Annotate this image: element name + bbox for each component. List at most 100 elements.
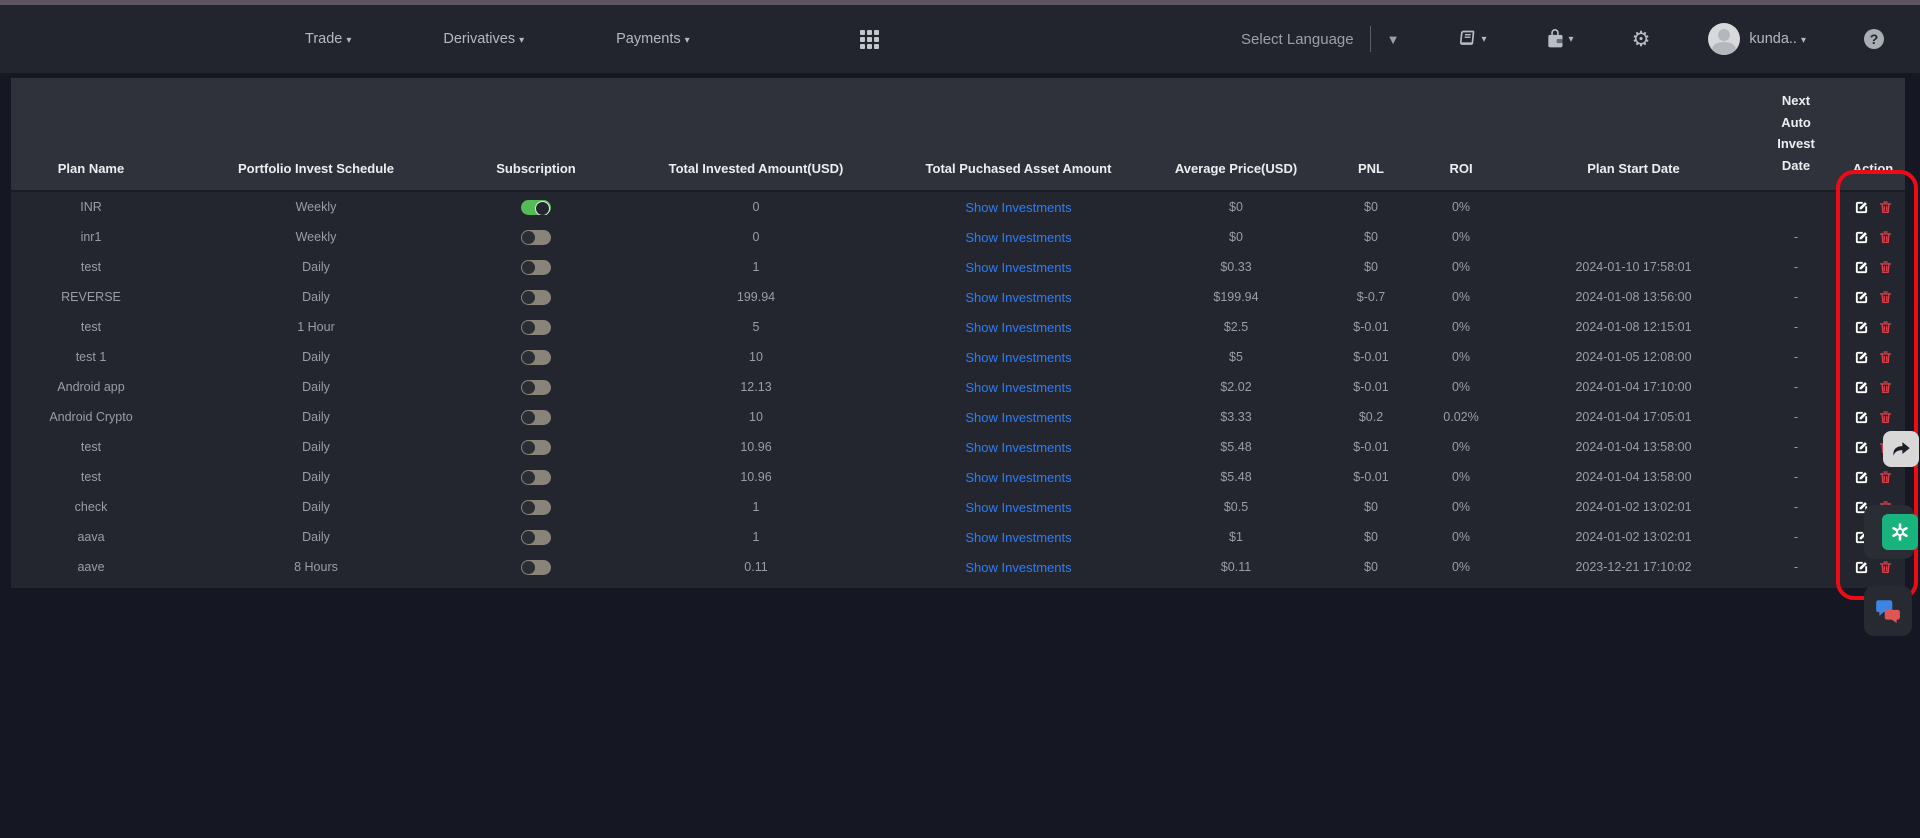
invest-schedule-cell: Daily	[171, 440, 461, 454]
user-name-label: kunda..	[1749, 31, 1797, 47]
col-header-portfolio-invest-schedule: Portfolio Invest Schedule	[171, 161, 461, 190]
show-investments-link[interactable]: Show Investments	[901, 500, 1136, 515]
subscription-cell	[461, 349, 611, 364]
action-cell	[1841, 289, 1905, 305]
help-icon[interactable]: ?	[1864, 29, 1884, 49]
wallet-icon[interactable]: ▾	[1545, 28, 1574, 50]
nav-menu-trade-label: Trade	[305, 31, 342, 47]
show-investments-link[interactable]: Show Investments	[901, 530, 1136, 545]
subscription-toggle[interactable]	[521, 500, 551, 515]
plan-name-cell: test	[11, 260, 171, 274]
table-row: test Daily 10.96 Show Investments $5.48 …	[11, 432, 1905, 462]
subscription-toggle[interactable]	[521, 290, 551, 305]
plan-start-date-cell: 2024-01-08 13:56:00	[1516, 290, 1751, 304]
user-name[interactable]: kunda.. ▾	[1749, 31, 1806, 47]
nav-menu-derivatives[interactable]: Derivatives▾	[443, 31, 524, 47]
show-investments-link[interactable]: Show Investments	[901, 380, 1136, 395]
subscription-toggle[interactable]	[521, 530, 551, 545]
subscription-toggle[interactable]	[521, 560, 551, 575]
total-invested-cell: 10	[611, 350, 901, 364]
investment-plans-panel: Plan Name Portfolio Invest Schedule Subs…	[11, 78, 1905, 588]
edit-icon[interactable]	[1854, 440, 1869, 455]
plan-start-date-cell: 2024-01-04 17:10:00	[1516, 380, 1751, 394]
show-investments-link[interactable]: Show Investments	[901, 230, 1136, 245]
subscription-toggle[interactable]	[521, 380, 551, 395]
roi-cell: 0%	[1406, 200, 1516, 214]
action-cell	[1841, 409, 1905, 425]
show-investments-link[interactable]: Show Investments	[901, 320, 1136, 335]
chevron-down-icon: ▾	[1801, 35, 1806, 46]
total-invested-cell: 1	[611, 530, 901, 544]
subscription-toggle[interactable]	[521, 200, 551, 215]
edit-icon[interactable]	[1854, 200, 1869, 215]
next-auto-invest-date-cell: -	[1751, 320, 1841, 334]
col-header-average-price: Average Price(USD)	[1136, 161, 1336, 190]
edit-icon[interactable]	[1854, 320, 1869, 335]
table-row: Android app Daily 12.13 Show Investments…	[11, 372, 1905, 402]
show-investments-link[interactable]: Show Investments	[901, 200, 1136, 215]
total-invested-cell: 10.96	[611, 440, 901, 454]
share-forward-button[interactable]	[1883, 431, 1919, 467]
edit-icon[interactable]	[1854, 260, 1869, 275]
total-invested-cell: 10.96	[611, 470, 901, 484]
subscription-toggle[interactable]	[521, 320, 551, 335]
action-cell	[1841, 349, 1905, 365]
table-row: aave 8 Hours 0.11 Show Investments $0.11…	[11, 552, 1905, 582]
plan-start-date-cell: 2024-01-02 13:02:01	[1516, 530, 1751, 544]
show-investments-link[interactable]: Show Investments	[901, 260, 1136, 275]
delete-trash-icon[interactable]	[1878, 319, 1893, 335]
orders-book-icon[interactable]: ▾	[1458, 29, 1487, 49]
roi-cell: 0.02%	[1406, 410, 1516, 424]
col-header-subscription: Subscription	[461, 161, 611, 190]
table-row: test 1 Hour 5 Show Investments $2.5 $-0.…	[11, 312, 1905, 342]
subscription-toggle[interactable]	[521, 260, 551, 275]
edit-icon[interactable]	[1854, 410, 1869, 425]
show-investments-link[interactable]: Show Investments	[901, 560, 1136, 575]
subscription-cell	[461, 409, 611, 424]
language-dropdown-icon[interactable]: ▼	[1387, 32, 1400, 47]
delete-trash-icon[interactable]	[1878, 259, 1893, 275]
average-price-cell: $0	[1136, 200, 1336, 214]
subscription-toggle[interactable]	[521, 350, 551, 365]
edit-icon[interactable]	[1854, 380, 1869, 395]
nav-menu-trade[interactable]: Trade▾	[305, 31, 351, 47]
edit-icon[interactable]	[1854, 350, 1869, 365]
subscription-toggle[interactable]	[521, 410, 551, 425]
chatgpt-icon[interactable]	[1882, 514, 1918, 550]
delete-trash-icon[interactable]	[1878, 199, 1893, 215]
delete-trash-icon[interactable]	[1878, 409, 1893, 425]
show-investments-link[interactable]: Show Investments	[901, 350, 1136, 365]
apps-grid-icon[interactable]	[860, 30, 879, 49]
subscription-cell	[461, 469, 611, 484]
delete-trash-icon[interactable]	[1878, 349, 1893, 365]
edit-icon[interactable]	[1854, 230, 1869, 245]
pnl-cell: $0	[1336, 560, 1406, 574]
delete-trash-icon[interactable]	[1878, 289, 1893, 305]
table-row: Android Crypto Daily 10 Show Investments…	[11, 402, 1905, 432]
subscription-toggle[interactable]	[521, 230, 551, 245]
nav-menu-payments[interactable]: Payments▾	[616, 31, 690, 47]
delete-trash-icon[interactable]	[1878, 379, 1893, 395]
show-investments-link[interactable]: Show Investments	[901, 470, 1136, 485]
subscription-cell	[461, 559, 611, 574]
show-investments-link[interactable]: Show Investments	[901, 410, 1136, 425]
edit-icon[interactable]	[1854, 560, 1869, 575]
action-cell	[1841, 259, 1905, 275]
plan-name-cell: test	[11, 440, 171, 454]
edit-icon[interactable]	[1854, 470, 1869, 485]
table-row: check Daily 1 Show Investments $0.5 $0 0…	[11, 492, 1905, 522]
chat-bubbles-button[interactable]	[1864, 586, 1912, 636]
pnl-cell: $0	[1336, 530, 1406, 544]
delete-trash-icon[interactable]	[1878, 469, 1893, 485]
show-investments-link[interactable]: Show Investments	[901, 290, 1136, 305]
subscription-toggle[interactable]	[521, 440, 551, 455]
edit-icon[interactable]	[1854, 290, 1869, 305]
show-investments-link[interactable]: Show Investments	[901, 440, 1136, 455]
user-avatar[interactable]	[1708, 23, 1740, 55]
delete-trash-icon[interactable]	[1878, 229, 1893, 245]
settings-gear-icon[interactable]: ⚙	[1632, 29, 1651, 50]
subscription-toggle[interactable]	[521, 470, 551, 485]
pnl-cell: $0.2	[1336, 410, 1406, 424]
delete-trash-icon[interactable]	[1878, 559, 1893, 575]
roi-cell: 0%	[1406, 260, 1516, 274]
